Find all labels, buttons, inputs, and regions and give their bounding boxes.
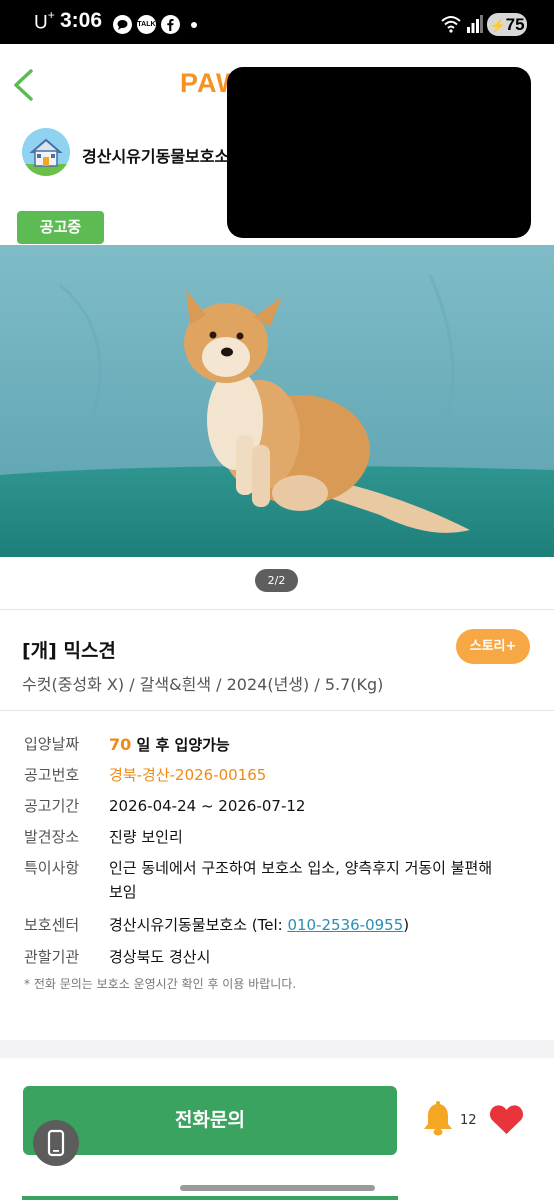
facebook-icon [161,15,180,34]
signal-icon [467,15,483,33]
phone-icon [47,1129,65,1157]
label-notice-no: 공고번호 [24,766,80,784]
chevron-left-icon [14,69,33,101]
floating-phone-button[interactable] [33,1120,79,1166]
back-button[interactable] [10,68,36,102]
animal-title: [개] 믹스견 [22,640,116,662]
heart-icon[interactable] [489,1103,524,1135]
value-notes: 인근 동네에서 구조하여 보호소 입소, 양측후지 거동이 불편해 보임 [109,859,493,901]
clock: 3:06 [60,9,103,32]
bell-count: 12 [460,1113,477,1128]
section-separator [0,1040,554,1058]
photo-pager: 2/2 [255,569,298,592]
bell-icon[interactable] [421,1101,455,1137]
status-badge: 공고중 [17,211,104,244]
label-notice-period: 공고기간 [24,797,80,815]
shelter-avatar [22,128,70,176]
pet-detail-screen: U+ 3:06 TALK ⚡75 PAW 경산시유기동물보호소 공고중 2/2 … [0,0,554,1200]
wifi-icon [441,16,461,33]
shelter-name[interactable]: 경산시유기동물보호소 [82,143,229,167]
label-notes: 특이사항 [24,859,80,877]
animal-summary: 수컷(중성화 X) / 갈색&흰색 / 2024(년생) / 5.7(Kg) [22,675,384,694]
value-authority: 경상북도 경산시 [109,948,211,966]
notification-dot [191,22,197,28]
home-indicator[interactable] [180,1185,375,1191]
label-adopt-date: 입양날짜 [24,735,80,753]
value-found-place: 진량 보인리 [109,828,183,846]
value-notice-period: 2026-04-24 ~ 2026-07-12 [109,797,306,815]
label-found-place: 발견장소 [24,828,80,846]
redacted-area [227,67,531,238]
phone-link[interactable]: 010-2536-0955 [287,916,403,934]
call-button[interactable]: 전화문의 [23,1086,397,1155]
label-authority: 관할기관 [24,948,80,966]
value-center: 경산시유기동물보호소 (Tel: 010-2536-0955) [109,916,410,934]
story-button[interactable]: 스토리+ [456,629,530,664]
status-bar: U+ 3:06 TALK ⚡75 [0,0,554,44]
footnote: * 전화 문의는 보호소 운영시간 확인 후 이용 바랍니다. [24,977,297,991]
chat-bubble-icon [113,15,132,34]
animal-photo[interactable] [0,245,554,557]
divider [0,710,554,711]
label-center: 보호센터 [24,916,80,934]
talk-icon: TALK [137,15,156,34]
battery-indicator: ⚡75 [487,13,527,36]
value-adopt-date: 70 일 후 입양가능 [109,735,230,754]
carrier-label: U+ [34,8,55,34]
divider [0,609,554,610]
bottom-peek [22,1196,398,1200]
value-notice-no: 경북-경산-2026-00165 [109,766,267,784]
